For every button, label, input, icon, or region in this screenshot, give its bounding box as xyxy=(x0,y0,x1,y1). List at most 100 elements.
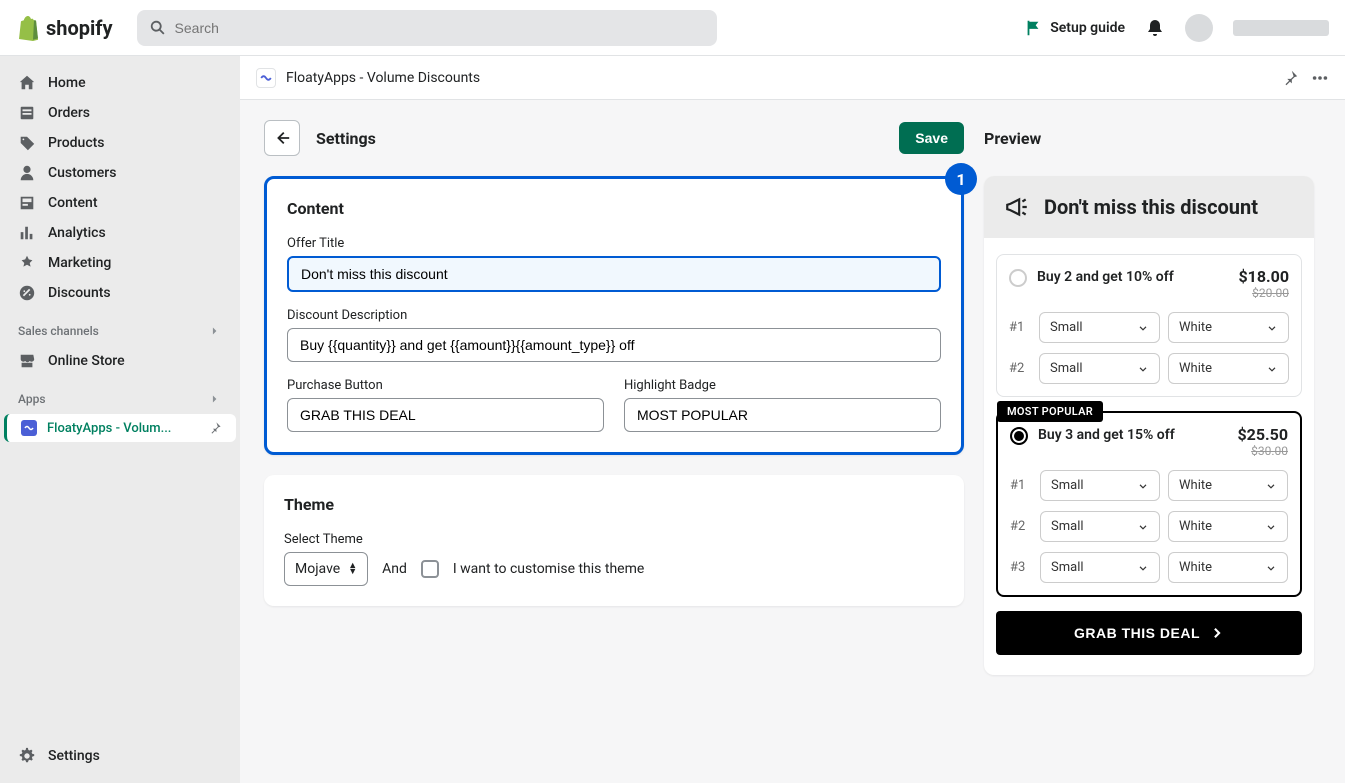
preview-size-select[interactable]: Small xyxy=(1039,312,1160,343)
preview-offer[interactable]: Buy 2 and get 10% off$18.00$20.00#1Small… xyxy=(996,254,1302,397)
app-header: FloatyApps - Volume Discounts xyxy=(240,56,1345,100)
sidebar-item-label: Content xyxy=(48,195,98,211)
preview-size-select[interactable]: Small xyxy=(1040,552,1160,583)
orders-icon xyxy=(18,104,36,122)
search-input[interactable] xyxy=(175,20,705,36)
more-icon[interactable] xyxy=(1311,69,1329,87)
preview-header-text: Don't miss this discount xyxy=(1044,195,1258,219)
preview-color-select[interactable]: White xyxy=(1168,353,1289,384)
preview-color-select[interactable]: White xyxy=(1168,511,1288,542)
sidebar-item-products[interactable]: Products xyxy=(0,128,240,158)
chevron-right-icon xyxy=(208,392,222,406)
content-icon xyxy=(18,194,36,212)
save-button[interactable]: Save xyxy=(899,122,964,154)
preview-offer[interactable]: MOST POPULARBuy 3 and get 15% off$25.50$… xyxy=(996,411,1302,597)
sales-channels-section[interactable]: Sales channels xyxy=(0,316,240,346)
preview-size-select[interactable]: Small xyxy=(1040,470,1160,501)
setup-guide-label: Setup guide xyxy=(1050,20,1125,36)
pin-icon[interactable] xyxy=(1281,69,1299,87)
chevron-down-icon xyxy=(1266,363,1278,375)
sidebar-item-marketing[interactable]: Marketing xyxy=(0,248,240,278)
pinned-app-label: FloatyApps - Volum... xyxy=(47,421,171,436)
analytics-icon xyxy=(18,224,36,242)
sidebar-item-orders[interactable]: Orders xyxy=(0,98,240,128)
theme-select-value: Mojave xyxy=(295,561,340,577)
sidebar-item-label: Discounts xyxy=(48,285,111,301)
sidebar-item-label: Orders xyxy=(48,105,90,121)
avatar[interactable] xyxy=(1185,14,1213,42)
pin-icon[interactable] xyxy=(208,421,222,435)
preview-cta-button[interactable]: GRAB THIS DEAL xyxy=(996,611,1302,655)
chevron-right-icon xyxy=(1210,626,1224,640)
account-name-placeholder xyxy=(1233,20,1329,36)
theme-select[interactable]: Mojave ▲▼ xyxy=(284,552,368,586)
shopify-wordmark: shopify xyxy=(46,16,113,40)
bell-icon[interactable] xyxy=(1145,18,1165,38)
preview-offer-radio[interactable] xyxy=(1009,269,1027,287)
purchase-button-input[interactable] xyxy=(287,398,604,432)
home-icon xyxy=(18,74,36,92)
preview-price-now: $18.00 xyxy=(1238,267,1289,286)
preview-variant-row: #2 Small White xyxy=(1010,511,1288,542)
sidebar-item-pinned-app[interactable]: FloatyApps - Volum... xyxy=(4,414,236,442)
preview-variant-row: #2SmallWhite xyxy=(1009,353,1289,384)
highlight-badge-input[interactable] xyxy=(624,398,941,432)
offer-title-label: Offer Title xyxy=(287,236,941,251)
preview-row-index: #3 xyxy=(1010,560,1032,575)
preview-variant-row: #3 Small White xyxy=(1010,552,1288,583)
step-badge: 1 xyxy=(945,163,977,195)
and-label: And xyxy=(382,561,407,577)
chevron-down-icon xyxy=(1137,480,1149,492)
sidebar-item-settings[interactable]: Settings xyxy=(0,741,240,771)
gear-icon xyxy=(18,747,36,765)
sidebar-item-analytics[interactable]: Analytics xyxy=(0,218,240,248)
apps-section[interactable]: Apps xyxy=(0,384,240,414)
highlight-badge-label: Highlight Badge xyxy=(624,378,941,393)
theme-card: Theme Select Theme Mojave ▲▼ And I want … xyxy=(264,475,964,606)
sidebar-item-label: Analytics xyxy=(48,225,106,241)
content-card: 1 Content Offer Title Discount Descripti… xyxy=(264,176,964,455)
offer-title-input[interactable] xyxy=(287,256,941,292)
preview-size-select[interactable]: Small xyxy=(1040,511,1160,542)
chevron-down-icon xyxy=(1137,363,1149,375)
preview-panel: Don't miss this discount Buy 2 and get 1… xyxy=(984,176,1314,675)
preview-price-was: $20.00 xyxy=(1238,286,1289,300)
chevron-down-icon xyxy=(1265,521,1277,533)
discount-icon xyxy=(18,284,36,302)
preview-color-select[interactable]: White xyxy=(1168,470,1288,501)
setup-guide-link[interactable]: Setup guide xyxy=(1024,19,1125,37)
preview-color-select[interactable]: White xyxy=(1168,552,1288,583)
sidebar-item-content[interactable]: Content xyxy=(0,188,240,218)
content-heading: Content xyxy=(287,199,941,218)
sidebar-item-label: Products xyxy=(48,135,105,151)
preview-offer-radio[interactable] xyxy=(1010,427,1028,445)
apps-label: Apps xyxy=(18,392,46,406)
sidebar-item-label: Home xyxy=(48,75,86,91)
sidebar-item-label: Marketing xyxy=(48,255,111,271)
purchase-button-label: Purchase Button xyxy=(287,378,604,393)
sidebar-item-discounts[interactable]: Discounts xyxy=(0,278,240,308)
app-title: FloatyApps - Volume Discounts xyxy=(286,70,480,86)
preview-variant-row: #1SmallWhite xyxy=(1010,470,1288,501)
select-arrows-icon: ▲▼ xyxy=(348,563,357,575)
back-button[interactable] xyxy=(264,120,300,156)
preview-color-select[interactable]: White xyxy=(1168,312,1289,343)
sales-channels-label: Sales channels xyxy=(18,324,99,338)
shopify-logo[interactable]: shopify xyxy=(16,15,113,41)
chevron-down-icon xyxy=(1265,562,1277,574)
preview-row-index: #2 xyxy=(1010,519,1032,534)
discount-desc-input[interactable] xyxy=(287,328,941,362)
sidebar-item-customers[interactable]: Customers xyxy=(0,158,240,188)
sidebar-item-home[interactable]: Home xyxy=(0,68,240,98)
customise-label: I want to customise this theme xyxy=(453,561,644,577)
customise-checkbox[interactable] xyxy=(421,560,439,578)
sidebar-item-online-store[interactable]: Online Store xyxy=(0,346,240,376)
search-box[interactable] xyxy=(137,10,717,46)
preview-offer-title: Buy 3 and get 15% off xyxy=(1038,425,1227,443)
preview-size-select[interactable]: Small xyxy=(1039,353,1160,384)
search-icon xyxy=(149,19,167,37)
select-theme-label: Select Theme xyxy=(284,532,944,547)
sidebar-item-label: Settings xyxy=(48,748,100,764)
preview-offer-badge: MOST POPULAR xyxy=(997,401,1103,422)
marketing-icon xyxy=(18,254,36,272)
